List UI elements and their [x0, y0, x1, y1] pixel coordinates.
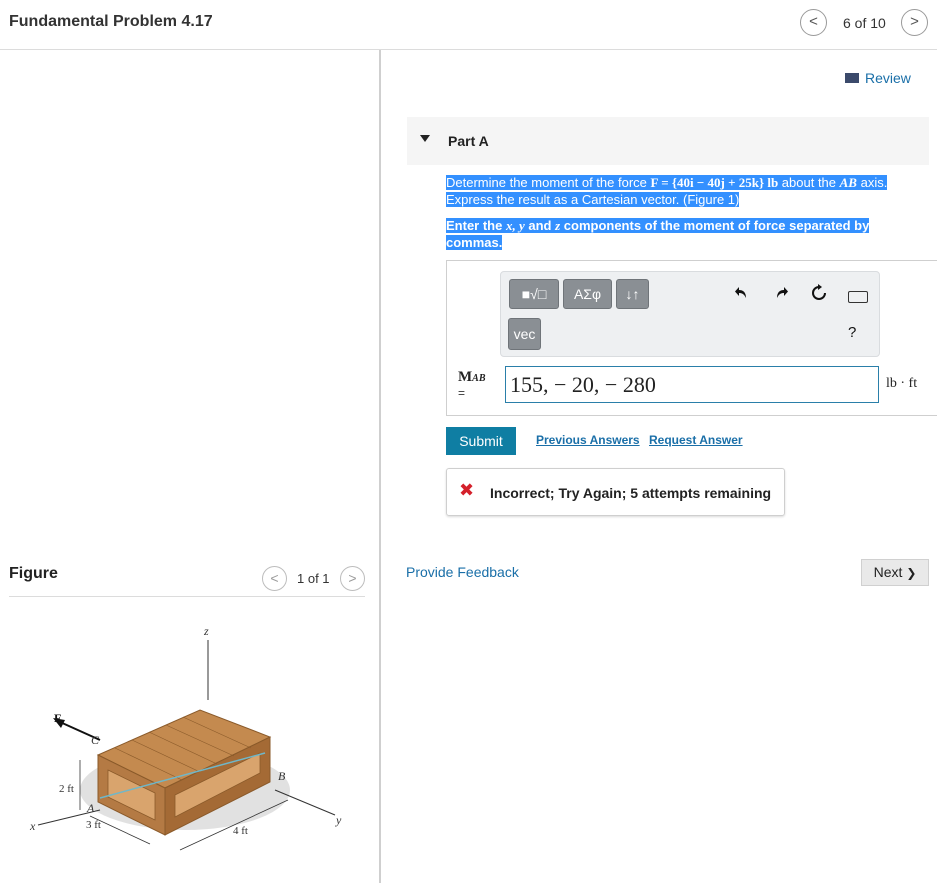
- question-prefix: Determine the moment of the force: [446, 175, 651, 190]
- question-axis: AB: [839, 175, 857, 190]
- vector-button[interactable]: vec: [508, 318, 541, 350]
- answer-input[interactable]: 155, − 20, − 280: [505, 366, 879, 403]
- point-b-label: B: [278, 769, 286, 783]
- review-label: Review: [865, 70, 911, 86]
- next-problem-button[interactable]: >: [901, 9, 928, 36]
- next-button[interactable]: Next ❯: [861, 559, 929, 586]
- panel-divider: [379, 50, 381, 883]
- keyboard-icon[interactable]: [848, 291, 868, 303]
- templates-button[interactable]: ■√□: [509, 279, 559, 309]
- figure-next-button[interactable]: >: [340, 566, 365, 591]
- incorrect-icon: ✖: [459, 480, 475, 500]
- answer-unit: lb · ft: [886, 376, 918, 391]
- figure-title: Figure: [9, 565, 58, 582]
- top-bar: Fundamental Problem 4.17 < 6 of 10 >: [0, 0, 937, 50]
- undo-icon[interactable]: [734, 285, 750, 301]
- reset-icon[interactable]: [810, 284, 828, 302]
- help-icon[interactable]: ?: [848, 324, 856, 341]
- sub-superscript-button[interactable]: ↓↑: [616, 279, 649, 309]
- instruction-text: Enter the x, y and z components of the m…: [446, 217, 906, 251]
- request-answer-link[interactable]: Request Answer: [649, 433, 743, 447]
- chevron-right-icon: >: [910, 13, 919, 30]
- provide-feedback-link[interactable]: Provide Feedback: [406, 564, 519, 580]
- force-label: F: [54, 711, 61, 725]
- greek-symbols-button[interactable]: ΑΣφ: [563, 279, 612, 309]
- instruction-and: and: [524, 218, 556, 233]
- next-label: Next: [873, 564, 903, 580]
- feedback-message: Incorrect; Try Again; 5 attempts remaini…: [490, 485, 772, 501]
- chevron-left-icon: <: [809, 13, 818, 30]
- question-about: about the: [778, 175, 840, 190]
- point-a-label: A: [86, 801, 95, 815]
- point-c-label: C: [91, 733, 100, 747]
- question-force: F = {40i − 40j + 25k} lb: [650, 175, 779, 190]
- answer-label-main: M: [458, 369, 473, 385]
- figure-divider: [9, 596, 365, 597]
- x-axis-label: x: [29, 819, 36, 833]
- dimension-4ft: 4 ft: [233, 825, 248, 837]
- problem-counter: 6 of 10: [843, 15, 886, 31]
- review-link[interactable]: Review: [845, 70, 911, 86]
- chevron-right-icon: ❯: [906, 566, 917, 580]
- answer-label: MAB: [458, 369, 486, 386]
- answer-label-sub: AB: [472, 373, 486, 384]
- book-icon: [845, 73, 859, 84]
- z-axis-label: z: [203, 624, 209, 638]
- instruction-vars: x, y: [505, 218, 525, 233]
- figure-prev-button[interactable]: <: [262, 566, 287, 591]
- prev-problem-button[interactable]: <: [800, 9, 827, 36]
- chevron-right-icon: >: [348, 570, 357, 586]
- crate-figure: z x y F C B A 2 ft 3 ft 4 ft: [29, 624, 342, 851]
- dimension-2ft: 2 ft: [59, 783, 74, 795]
- dimension-3ft: 3 ft: [86, 819, 101, 831]
- part-a-label: Part A: [448, 133, 489, 149]
- submit-button[interactable]: Submit: [446, 427, 516, 455]
- figure-page-counter: 1 of 1: [297, 571, 330, 586]
- redo-icon[interactable]: [773, 285, 789, 301]
- question-text: Determine the moment of the force F = {4…: [446, 174, 916, 208]
- previous-answers-link[interactable]: Previous Answers: [536, 433, 640, 447]
- caret-down-icon[interactable]: [420, 135, 430, 142]
- chevron-left-icon: <: [270, 570, 279, 586]
- problem-title: Fundamental Problem 4.17: [9, 13, 213, 30]
- y-axis-label: y: [335, 813, 342, 827]
- instruction-prefix: Enter the: [446, 218, 506, 233]
- answer-label-eq: =: [458, 386, 466, 400]
